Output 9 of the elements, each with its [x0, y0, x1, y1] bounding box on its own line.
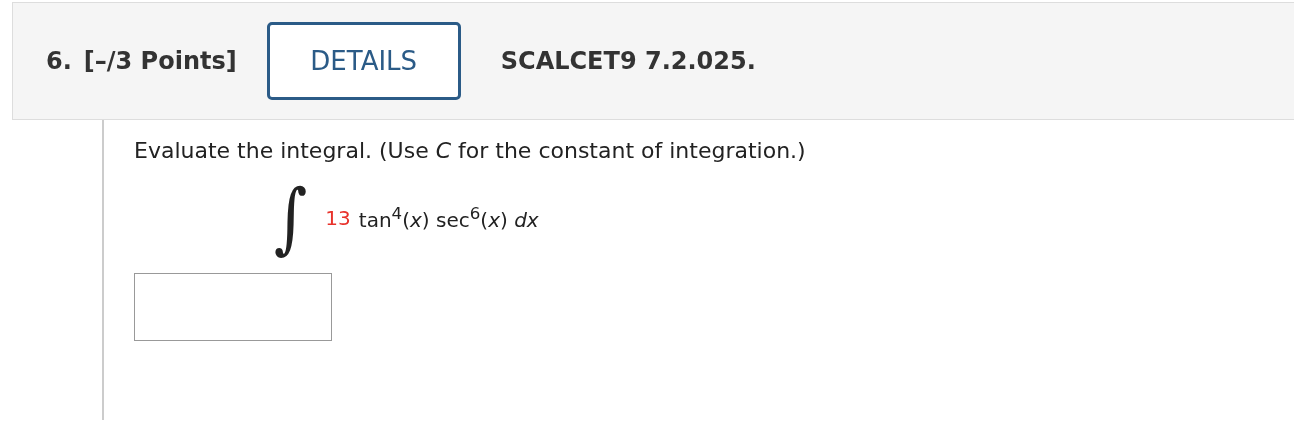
- question-number: 6.: [46, 47, 72, 75]
- integral-sign: ∫: [274, 173, 308, 263]
- points-label: [–/3 Points]: [83, 47, 237, 75]
- details-button[interactable]: DETAILS: [266, 22, 461, 100]
- coefficient: 13: [325, 206, 351, 230]
- integrand: tan$^{4}$(x) sec$^{6}$(x) dx: [358, 204, 539, 232]
- problem-code: SCALCET9 7.2.025.: [500, 47, 756, 75]
- question-text: Evaluate the integral. (Use C for the constant of integration.): [134, 137, 807, 163]
- answer-field[interactable]: [134, 273, 332, 341]
